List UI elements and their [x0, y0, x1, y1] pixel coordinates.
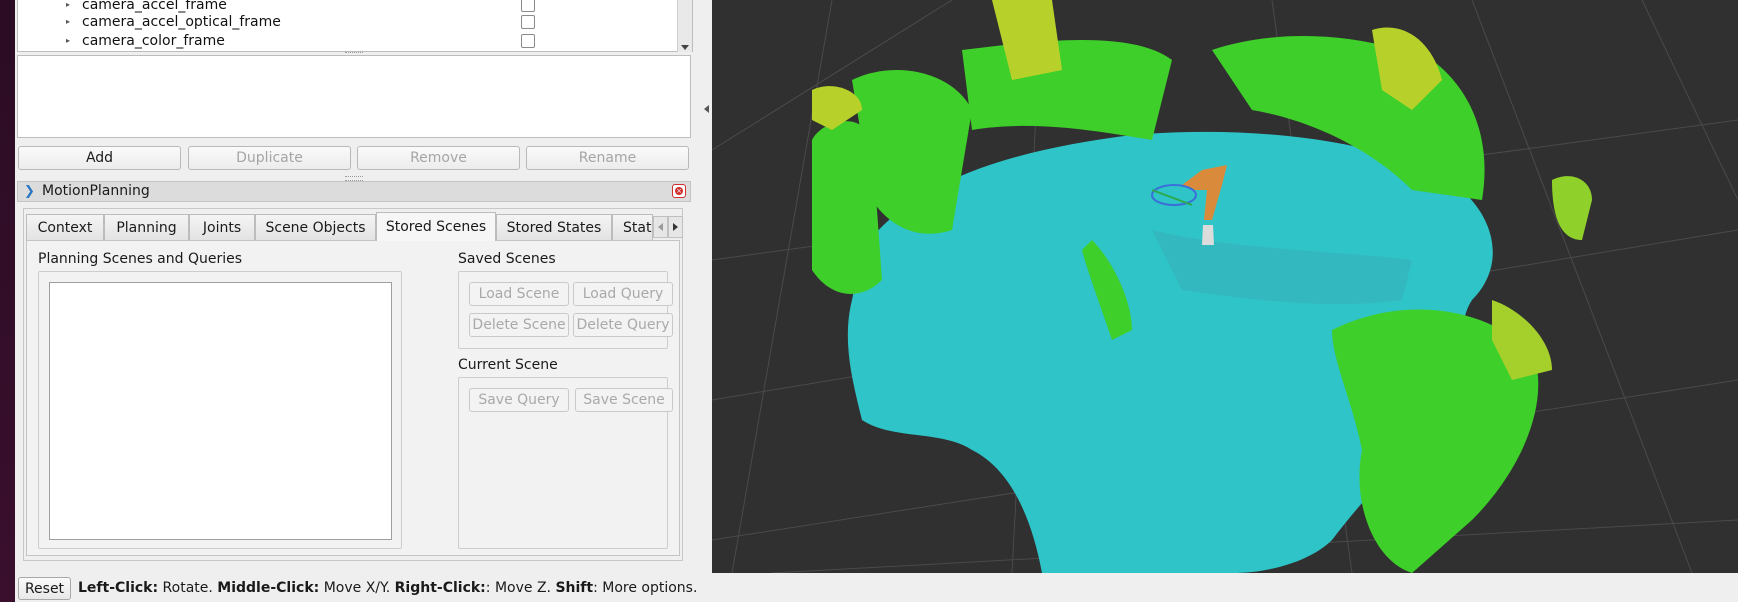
status-bar: Reset Left-Click: Rotate. Middle-Click: … [15, 573, 1738, 602]
tab-scroll-left-button[interactable] [653, 216, 668, 238]
remove-button[interactable]: Remove [357, 146, 520, 170]
tab-scene-objects[interactable]: Scene Objects [255, 214, 376, 240]
expand-arrow-icon[interactable]: ▸ [66, 36, 70, 45]
close-icon[interactable]: × [675, 187, 683, 195]
tab-scroll-arrows [653, 216, 683, 238]
frame-label: camera_accel_optical_frame [82, 13, 281, 30]
desktop-edge [0, 0, 15, 602]
hint-key: Shift [555, 580, 594, 596]
scene-render[interactable] [712, 0, 1738, 573]
3d-viewport[interactable] [712, 0, 1738, 573]
motion-planning-dock-header[interactable]: ❯ MotionPlanning × [17, 181, 691, 202]
save-scene-button[interactable]: Save Scene [575, 388, 673, 412]
tree-scrollbar[interactable] [677, 0, 692, 52]
frame-label: camera_accel_frame [82, 0, 227, 13]
tab-context[interactable]: Context [26, 214, 104, 240]
collapse-panel-icon[interactable] [704, 105, 709, 113]
tab-planning[interactable]: Planning [104, 214, 189, 240]
frame-checkbox[interactable] [521, 14, 535, 29]
planning-scenes-title: Planning Scenes and Queries [38, 251, 243, 267]
tab-status[interactable]: Stat [612, 214, 653, 240]
duplicate-button[interactable]: Duplicate [188, 146, 351, 170]
rviz-window: ▸ camera_accel_frame ▸ camera_accel_opti… [0, 0, 1738, 602]
add-button[interactable]: Add [18, 146, 181, 170]
expand-arrow-icon[interactable]: ▸ [66, 0, 70, 9]
delete-query-button[interactable]: Delete Query [573, 313, 673, 337]
frame-label: camera_color_frame [82, 32, 225, 49]
planning-scenes-frame [38, 271, 402, 549]
left-panel: ▸ camera_accel_frame ▸ camera_accel_opti… [15, 0, 693, 573]
saved-scenes-frame: Load Scene Load Query Delete Scene Delet… [458, 271, 673, 349]
tab-joints[interactable]: Joints [189, 214, 255, 240]
load-scene-button[interactable]: Load Scene [469, 282, 569, 306]
arrow-left-icon [658, 223, 663, 231]
arrow-right-icon [673, 223, 678, 231]
hint-key: Middle-Click: [217, 580, 320, 596]
current-scene-title: Current Scene [458, 357, 558, 373]
hint-text: Move X/Y. [319, 580, 395, 596]
reset-view-button[interactable]: Reset [18, 577, 71, 600]
tree-row[interactable]: ▸ camera_accel_optical_frame [18, 12, 658, 31]
scroll-down-icon[interactable] [681, 45, 689, 50]
mouse-hints: Left-Click: Rotate. Middle-Click: Move X… [78, 580, 697, 596]
hint-key: Left-Click: [78, 580, 159, 596]
property-description-box [17, 55, 691, 138]
hint-text: : More options. [593, 580, 698, 596]
current-scene-frame: Save Query Save Scene [458, 377, 673, 549]
tab-stored-scenes[interactable]: Stored Scenes [376, 212, 496, 241]
tree-row[interactable]: ▸ camera_color_frame [18, 31, 658, 50]
close-dock-button[interactable]: × [672, 184, 686, 198]
tab-stored-states[interactable]: Stored States [496, 214, 612, 240]
save-query-button[interactable]: Save Query [469, 388, 569, 412]
rename-button[interactable]: Rename [526, 146, 689, 170]
planning-scenes-list[interactable] [49, 282, 392, 540]
hint-text: : Move Z. [485, 580, 556, 596]
hint-key: Right-Click: [394, 580, 486, 596]
motion-planning-tabs: Context Planning Joints Scene Objects St… [26, 212, 666, 241]
motion-planning-icon: ❯ [24, 184, 35, 199]
frame-checkbox[interactable] [521, 0, 535, 12]
load-query-button[interactable]: Load Query [573, 282, 673, 306]
stored-scenes-page: Planning Scenes and Queries Saved Scenes… [26, 240, 680, 556]
frame-checkbox[interactable] [521, 33, 535, 48]
delete-scene-button[interactable]: Delete Scene [469, 313, 569, 337]
hint-text: Rotate. [158, 580, 218, 596]
dock-title: MotionPlanning [42, 183, 150, 199]
saved-scenes-title: Saved Scenes [458, 251, 556, 267]
tf-frame-tree[interactable]: ▸ camera_accel_frame ▸ camera_accel_opti… [17, 0, 693, 52]
tab-scroll-right-button[interactable] [668, 216, 683, 238]
expand-arrow-icon[interactable]: ▸ [66, 17, 70, 26]
